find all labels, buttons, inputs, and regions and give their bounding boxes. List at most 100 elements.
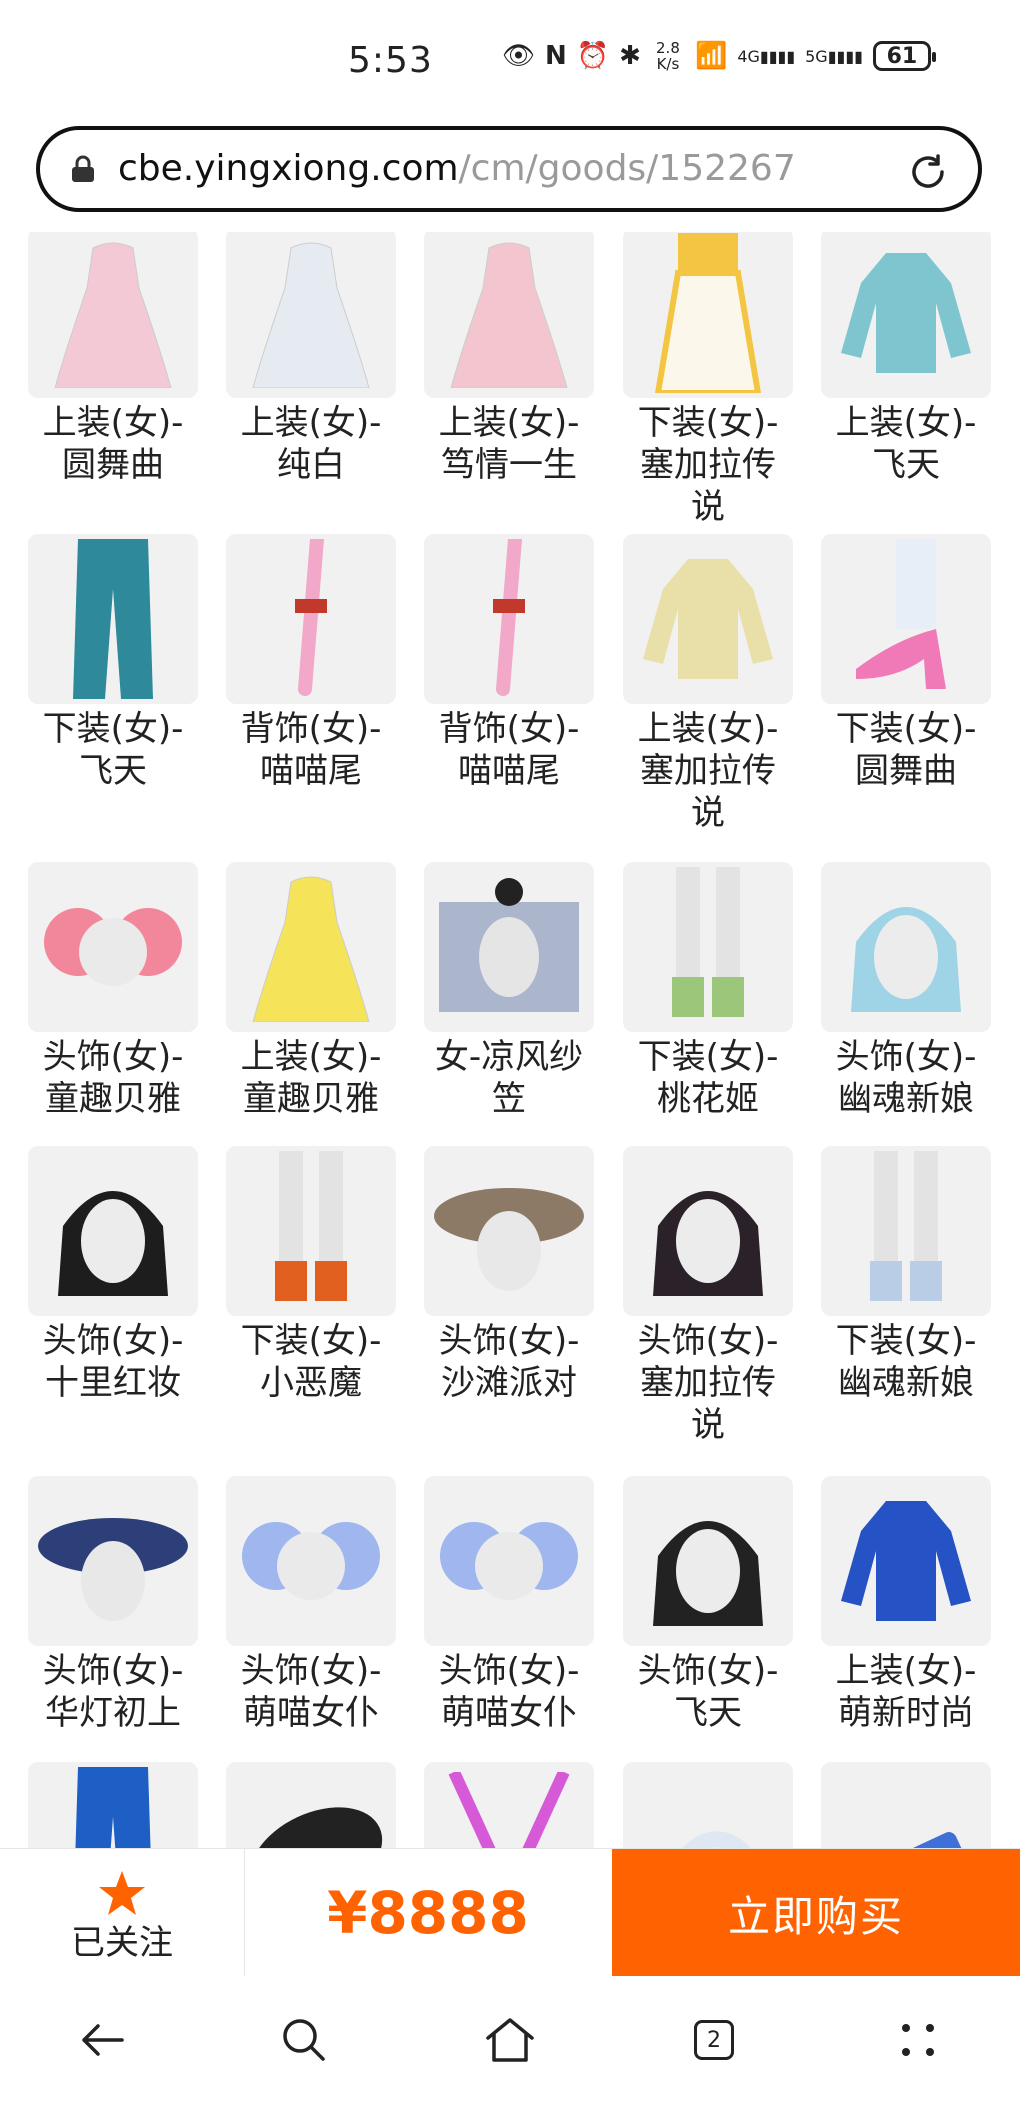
product-image[interactable] bbox=[623, 1762, 793, 1848]
more-button[interactable] bbox=[886, 2008, 950, 2072]
product-item[interactable]: 上装(女)- 纯白 bbox=[226, 232, 396, 486]
product-item[interactable]: 下装(女)- 塞加拉传说 bbox=[623, 232, 793, 528]
reload-icon[interactable] bbox=[906, 150, 950, 194]
product-name-line1: 上装(女)- bbox=[835, 1651, 977, 1691]
product-item[interactable] bbox=[821, 1762, 991, 1848]
product-image[interactable] bbox=[821, 862, 991, 1032]
product-image[interactable] bbox=[226, 1146, 396, 1316]
back-button[interactable] bbox=[70, 2008, 134, 2072]
product-item[interactable]: 头饰(女)- 萌喵女仆 bbox=[226, 1476, 396, 1734]
product-image[interactable] bbox=[424, 1146, 594, 1316]
product-item[interactable]: 头饰(女)- 华灯初上 bbox=[28, 1476, 198, 1734]
product-item[interactable]: 头饰(女)- 幽魂新娘 bbox=[821, 862, 991, 1120]
product-image[interactable] bbox=[424, 232, 594, 398]
address-bar[interactable]: cbe.yingxiong.com/cm/goods/152267 bbox=[36, 126, 982, 212]
product-item[interactable]: 头饰(女)- 沙滩派对 bbox=[424, 1146, 594, 1404]
price-label: ¥8888 bbox=[327, 1879, 529, 1947]
product-image[interactable] bbox=[821, 1476, 991, 1646]
product-image[interactable] bbox=[424, 862, 594, 1032]
product-image[interactable] bbox=[623, 1146, 793, 1316]
product-item[interactable]: 下装(女)- 桃花姬 bbox=[623, 862, 793, 1120]
follow-label: 已关注 bbox=[71, 1923, 173, 1963]
product-name: 上装(女)- 童趣贝雅 bbox=[211, 1036, 411, 1120]
product-image[interactable] bbox=[821, 534, 991, 704]
tabs-icon: 2 bbox=[694, 2020, 734, 2060]
product-image[interactable] bbox=[424, 1476, 594, 1646]
search-button[interactable] bbox=[272, 2008, 336, 2072]
product-image[interactable] bbox=[28, 534, 198, 704]
product-image[interactable] bbox=[821, 232, 991, 398]
product-item[interactable]: 头饰(女)- 童趣贝雅 bbox=[28, 862, 198, 1120]
product-name-line1: 下装(女)- bbox=[637, 1037, 779, 1077]
product-name: 头饰(女)- 十里红妆 bbox=[13, 1320, 213, 1404]
product-name: 下装(女)- 塞加拉传说 bbox=[608, 402, 808, 528]
product-image[interactable] bbox=[28, 1146, 198, 1316]
product-item[interactable] bbox=[28, 1762, 198, 1848]
product-image[interactable] bbox=[226, 232, 396, 398]
product-item[interactable] bbox=[424, 1762, 594, 1848]
product-image[interactable] bbox=[226, 534, 396, 704]
product-name-line2: 飞天 bbox=[872, 445, 940, 485]
product-name-line1: 背饰(女)- bbox=[438, 709, 580, 749]
product-item[interactable]: 下装(女)- 幽魂新娘 bbox=[821, 1146, 991, 1404]
home-button[interactable] bbox=[478, 2008, 542, 2072]
product-name: 头饰(女)- 华灯初上 bbox=[13, 1650, 213, 1734]
product-item[interactable]: 上装(女)- 圆舞曲 bbox=[28, 232, 198, 486]
product-name-line1: 背饰(女)- bbox=[240, 709, 382, 749]
product-name: 下装(女)- 小恶魔 bbox=[211, 1320, 411, 1404]
product-image[interactable] bbox=[28, 232, 198, 398]
product-item[interactable]: 上装(女)- 萌新时尚 bbox=[821, 1476, 991, 1734]
product-image[interactable] bbox=[623, 232, 793, 398]
product-image[interactable] bbox=[623, 1476, 793, 1646]
product-image[interactable] bbox=[623, 862, 793, 1032]
product-item[interactable]: 女-凉风纱笠 bbox=[424, 862, 594, 1120]
product-image[interactable] bbox=[821, 1146, 991, 1316]
product-item[interactable]: 头饰(女)- 十里红妆 bbox=[28, 1146, 198, 1404]
product-name-line1: 头饰(女)- bbox=[240, 1651, 382, 1691]
product-item[interactable]: 背饰(女)- 喵喵尾 bbox=[424, 534, 594, 792]
product-image[interactable] bbox=[226, 1762, 396, 1848]
nfc-icon: N bbox=[545, 41, 567, 71]
product-item[interactable]: 上装(女)- 飞天 bbox=[821, 232, 991, 486]
product-name: 下装(女)- 圆舞曲 bbox=[806, 708, 1006, 792]
product-image[interactable] bbox=[623, 534, 793, 704]
product-item[interactable]: 下装(女)- 飞天 bbox=[28, 534, 198, 792]
product-name: 头饰(女)- 飞天 bbox=[608, 1650, 808, 1734]
product-image[interactable] bbox=[424, 534, 594, 704]
status-icons: 👁 N ⏰ ✱ 2.8 K/s 📶 4G▮▮▮▮ 5G▮▮▮▮ 61 bbox=[502, 40, 936, 72]
product-image[interactable] bbox=[28, 1476, 198, 1646]
product-item[interactable] bbox=[226, 1762, 396, 1848]
product-item[interactable]: 下装(女)- 小恶魔 bbox=[226, 1146, 396, 1404]
url-text[interactable]: cbe.yingxiong.com/cm/goods/152267 bbox=[118, 148, 796, 189]
product-item[interactable]: 头饰(女)- 飞天 bbox=[623, 1476, 793, 1734]
status-time: 5:53 bbox=[348, 40, 433, 81]
product-image[interactable] bbox=[226, 1476, 396, 1646]
product-name: 女-凉风纱笠 bbox=[409, 1036, 609, 1120]
tabs-button[interactable]: 2 bbox=[682, 2008, 746, 2072]
follow-button[interactable]: 已关注 bbox=[0, 1849, 245, 1977]
product-image[interactable] bbox=[226, 862, 396, 1032]
product-image[interactable] bbox=[821, 1762, 991, 1848]
product-item[interactable]: 背饰(女)- 喵喵尾 bbox=[226, 534, 396, 792]
product-item[interactable]: 上装(女)- 塞加拉传说 bbox=[623, 534, 793, 834]
product-name-line1: 头饰(女)- bbox=[637, 1321, 779, 1361]
search-icon bbox=[283, 2019, 325, 2061]
lock-icon bbox=[72, 155, 94, 182]
product-name-line1: 头饰(女)- bbox=[835, 1037, 977, 1077]
buy-now-button[interactable]: 立即购买 bbox=[612, 1849, 1020, 1977]
product-image[interactable] bbox=[28, 862, 198, 1032]
product-image[interactable] bbox=[28, 1762, 198, 1848]
product-name-line2: 喵喵尾 bbox=[458, 751, 560, 791]
product-item[interactable]: 头饰(女)- 塞加拉传说 bbox=[623, 1146, 793, 1446]
product-item[interactable] bbox=[623, 1762, 793, 1848]
product-item[interactable]: 上装(女)- 笃情一生 bbox=[424, 232, 594, 486]
product-name: 下装(女)- 桃花姬 bbox=[608, 1036, 808, 1120]
product-name-line1: 上装(女)- bbox=[42, 403, 184, 443]
product-name-line1: 下装(女)- bbox=[835, 1321, 977, 1361]
product-name-line1: 上装(女)- bbox=[835, 403, 977, 443]
product-item[interactable]: 下装(女)- 圆舞曲 bbox=[821, 534, 991, 792]
product-item[interactable]: 头饰(女)- 萌喵女仆 bbox=[424, 1476, 594, 1734]
product-image[interactable] bbox=[424, 1762, 594, 1848]
product-item[interactable]: 上装(女)- 童趣贝雅 bbox=[226, 862, 396, 1120]
signal-5g: 5G▮▮▮▮ bbox=[805, 46, 863, 66]
